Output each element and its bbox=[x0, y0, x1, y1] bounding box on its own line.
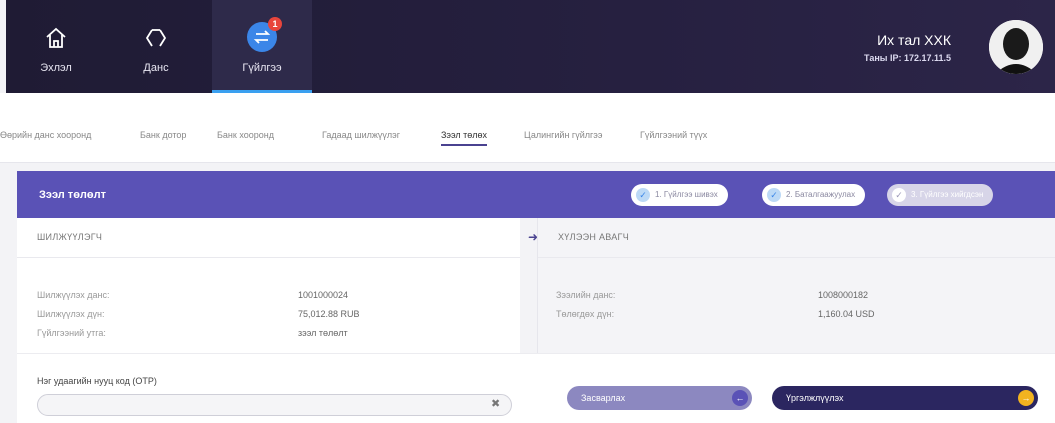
nav-home-label: Эхлэл bbox=[40, 62, 72, 74]
tab-interbank[interactable]: Банк хооронд bbox=[217, 130, 274, 140]
otp-section: Нэг удаагийн нууц код (OTP) ✖ Засварлах … bbox=[17, 353, 1055, 423]
section-title: Зээл төлөлт bbox=[39, 189, 106, 201]
user-avatar-icon bbox=[989, 20, 1043, 74]
step-done-label: 3. Гүйлгээ хийгдсэн bbox=[911, 190, 984, 199]
accounts-icon bbox=[145, 29, 167, 47]
nav-accounts-label: Данс bbox=[143, 62, 169, 74]
check-icon: ✓ bbox=[636, 188, 650, 202]
tab-within-bank[interactable]: Банк дотор bbox=[140, 130, 186, 140]
sender-panel: ШИЛЖҮҮЛЭГЧ Шилжүүлэх данс: 1001000024 Ши… bbox=[17, 218, 520, 353]
tab-foreign-transfer[interactable]: Гадаад шилжүүлэг bbox=[322, 130, 400, 140]
step-done: ✓ 3. Гүйлгээ хийгдсэн bbox=[887, 184, 994, 206]
transfer-icon: 1 bbox=[247, 17, 282, 52]
sender-description-label: Гүйлгээний утга: bbox=[37, 328, 106, 338]
edit-button[interactable]: Засварлах ← bbox=[567, 386, 752, 410]
arrow-left-icon: ← bbox=[732, 390, 748, 406]
arrow-right-icon: → bbox=[1018, 390, 1034, 406]
receiver-header-label: ХҮЛЭЭН АВАГЧ bbox=[558, 232, 630, 242]
loan-account-label: Зээлийн данс: bbox=[556, 290, 616, 300]
loan-account-value: 1008000182 bbox=[818, 290, 869, 300]
step-confirm-label: 2. Баталгаажуулах bbox=[786, 190, 856, 199]
nav-transactions[interactable]: 1 Гүйлгээ bbox=[212, 0, 312, 93]
receiver-panel: ХҮЛЭЭН АВАГЧ Зээлийн данс: 1008000182 Тө… bbox=[537, 218, 1055, 353]
user-ip: Таны IP: 172.17.11.5 bbox=[864, 53, 951, 63]
check-icon: ✓ bbox=[767, 188, 781, 202]
tab-payroll[interactable]: Цалингийн гүйлгээ bbox=[524, 130, 602, 140]
nav-transactions-label: Гүйлгээ bbox=[242, 62, 282, 74]
continue-button-label: Үргэлжлүүлэх bbox=[786, 393, 844, 403]
tab-own-accounts[interactable]: Өөрийн данс хооронд bbox=[0, 130, 91, 140]
home-icon bbox=[46, 27, 66, 48]
step-enter: ✓ 1. Гүйлгээ шивэх bbox=[631, 184, 728, 206]
step-enter-label: 1. Гүйлгээ шивэх bbox=[655, 190, 718, 199]
section-header: Зээл төлөлт ✓ 1. Гүйлгээ шивэх ✓ 2. Бата… bbox=[17, 171, 1055, 218]
sender-amount-value: 75,012.88 RUB bbox=[298, 309, 360, 319]
company-name: Их тал ХХК bbox=[877, 32, 951, 48]
edit-button-label: Засварлах bbox=[581, 393, 626, 403]
payable-amount-label: Төлөгдөх дүн: bbox=[556, 309, 615, 319]
notification-badge: 1 bbox=[268, 17, 282, 31]
sender-account-value: 1001000024 bbox=[298, 290, 349, 300]
otp-input[interactable] bbox=[37, 394, 512, 416]
top-header: Эхлэл Данс 1 Гүйлгээ Их тал ХХК Таны IP:… bbox=[6, 0, 1055, 93]
sender-amount-label: Шилжүүлэх дүн: bbox=[37, 309, 105, 319]
sender-header-label: ШИЛЖҮҮЛЭГЧ bbox=[37, 232, 103, 242]
payable-amount-value: 1,160.04 USD bbox=[818, 309, 875, 319]
otp-label: Нэг удаагийн нууц код (OTP) bbox=[37, 376, 157, 386]
receiver-header: ХҮЛЭЭН АВАГЧ bbox=[538, 218, 1055, 258]
sender-header: ШИЛЖҮҮЛЭГЧ bbox=[17, 218, 520, 258]
sender-account-label: Шилжүүлэх данс: bbox=[37, 290, 110, 300]
sender-description-value: зээл төлөлт bbox=[298, 328, 348, 338]
clear-icon[interactable]: ✖ bbox=[491, 397, 500, 410]
nav-accounts[interactable]: Данс bbox=[106, 0, 206, 93]
tab-loan-payment[interactable]: Зээл төлөх bbox=[441, 130, 488, 146]
continue-button[interactable]: Үргэлжлүүлэх → bbox=[772, 386, 1038, 410]
nav-home[interactable]: Эхлэл bbox=[6, 0, 106, 93]
avatar[interactable] bbox=[989, 20, 1043, 74]
step-confirm: ✓ 2. Баталгаажуулах bbox=[762, 184, 866, 206]
check-icon: ✓ bbox=[892, 188, 906, 202]
tab-history[interactable]: Гүйлгээний түүх bbox=[640, 130, 707, 140]
transaction-tabs: Өөрийн данс хооронд Банк дотор Банк хоор… bbox=[0, 93, 1055, 163]
